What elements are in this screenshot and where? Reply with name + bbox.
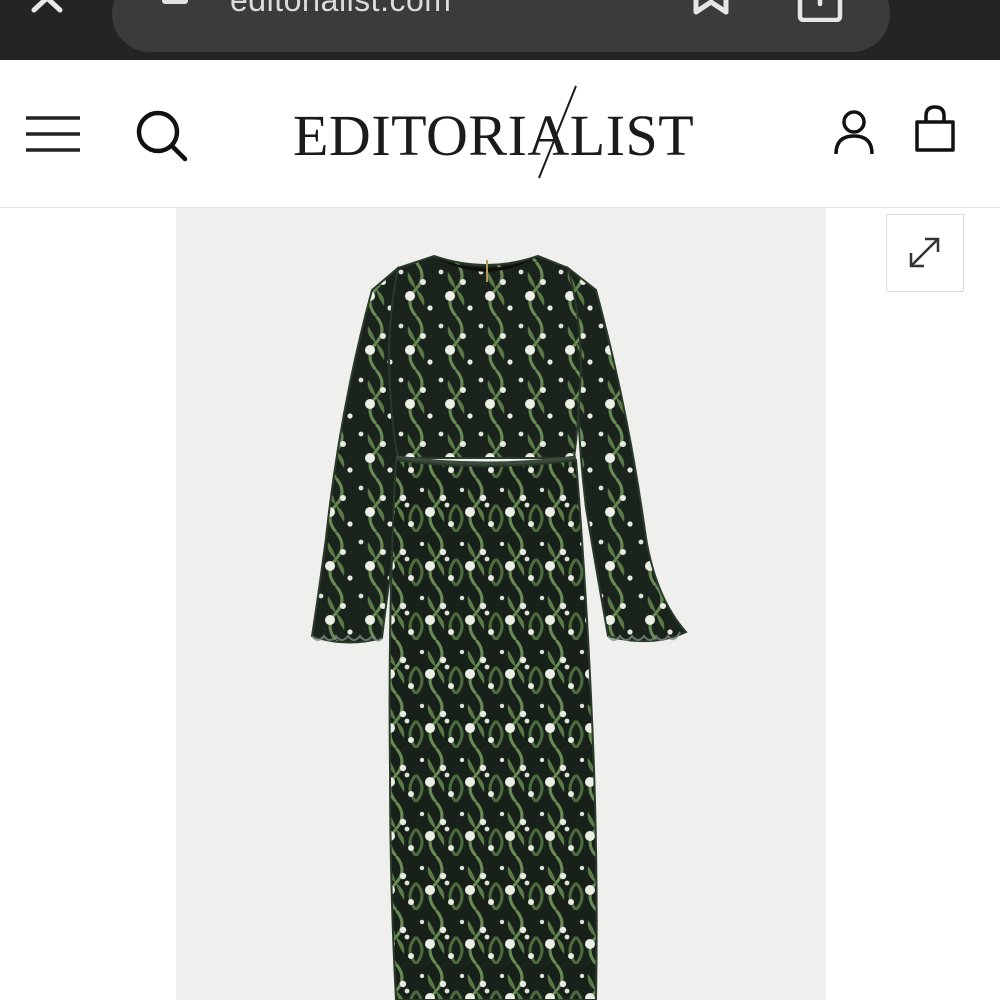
hamburger-menu-icon[interactable] xyxy=(22,110,84,158)
tabs-icon[interactable] xyxy=(794,0,846,22)
search-icon[interactable] xyxy=(134,108,190,164)
expand-image-button[interactable] xyxy=(886,214,964,292)
dress-bodice xyxy=(388,254,582,459)
url-text[interactable]: editorialist.com xyxy=(230,0,451,19)
dress-skirt xyxy=(388,458,598,1000)
browser-toolbar: editorialist.com xyxy=(0,0,1000,60)
dress-image xyxy=(310,254,688,1000)
shopping-bag-icon[interactable] xyxy=(912,104,958,154)
user-icon[interactable] xyxy=(832,108,876,158)
close-icon[interactable] xyxy=(30,0,66,14)
bookmark-icon[interactable] xyxy=(690,0,732,16)
site-logo[interactable]: EDITORIALIST xyxy=(293,84,713,180)
url-bar[interactable] xyxy=(112,0,890,52)
lock-icon xyxy=(162,0,188,4)
product-image[interactable] xyxy=(176,208,826,1000)
site-header: EDITORIALIST xyxy=(0,60,1000,208)
logo-slash-mark xyxy=(538,85,577,179)
product-gallery xyxy=(0,208,1000,1000)
expand-icon xyxy=(909,237,940,268)
